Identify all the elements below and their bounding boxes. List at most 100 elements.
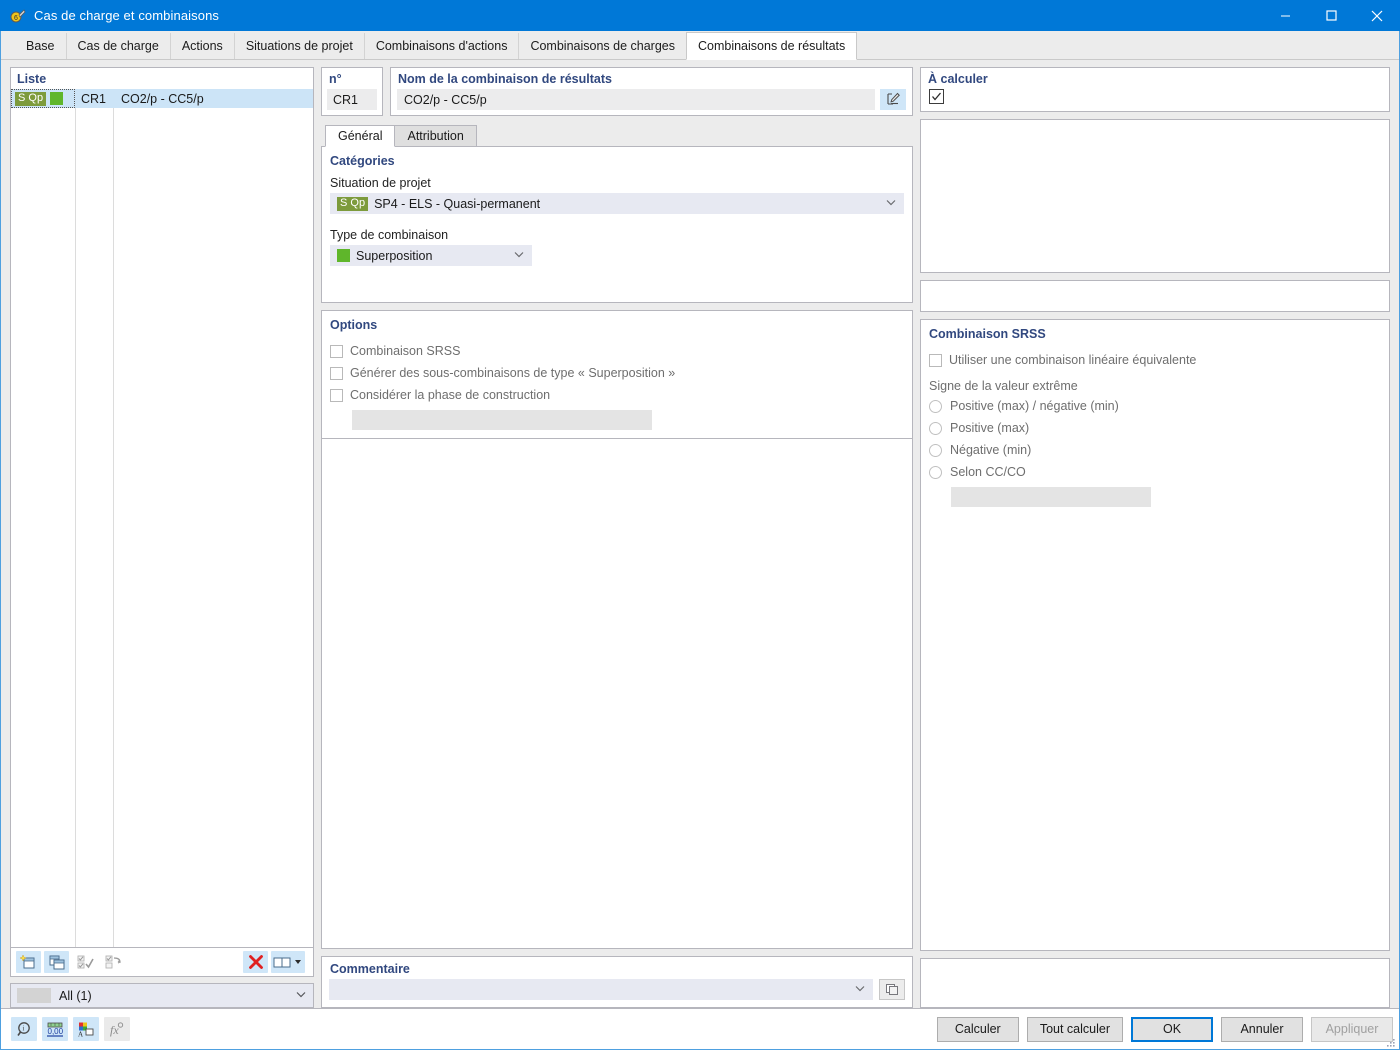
list-filter-combo[interactable]: All (1)	[10, 983, 314, 1008]
tab-combinaisons-charges[interactable]: Combinaisons de charges	[518, 33, 686, 59]
tab-actions[interactable]: Actions	[169, 33, 234, 59]
srss-sign-option-cccо[interactable]: Selon CC/CO	[929, 461, 1381, 483]
srss-group: Combinaison SRSS Utiliser une combinaiso…	[920, 319, 1390, 951]
option-subcombinations-row[interactable]: Générer des sous-combinaisons de type « …	[330, 362, 904, 384]
option-srss-row[interactable]: Combinaison SRSS	[330, 340, 904, 362]
list-item[interactable]: S Qp CR1 CO2/p - CC5/p	[11, 89, 313, 108]
checkbox-subcombinations[interactable]	[330, 366, 343, 380]
delete-item-button[interactable]	[243, 951, 268, 973]
info-search-icon[interactable]: i	[11, 1017, 37, 1041]
tout-calculer-button[interactable]: Tout calculer	[1026, 1016, 1123, 1042]
combination-list[interactable]: Liste S Qp CR1 CO2/p - CC5/p	[10, 67, 314, 948]
duplicate-item-button[interactable]	[44, 951, 69, 973]
tab-label: Combinaisons de charges	[530, 39, 675, 53]
list-item-name: CO2/p - CC5/p	[121, 91, 204, 106]
list-item-badge-cell: S Qp	[11, 89, 75, 108]
tab-situations-de-projet[interactable]: Situations de projet	[233, 33, 364, 59]
option-construction-phase-row[interactable]: Considérer la phase de construction	[330, 384, 904, 406]
situation-badge: S Qp	[337, 196, 369, 211]
list-filter-value: All (1)	[59, 988, 92, 1003]
srss-linear-row[interactable]: Utiliser une combinaison linéaire équiva…	[929, 349, 1381, 371]
combination-type-label: Type de combinaison	[330, 228, 449, 242]
srss-sign-option-neg[interactable]: Négative (min)	[929, 439, 1381, 461]
calculer-button[interactable]: Calculer	[936, 1016, 1019, 1042]
right-panel: À calculer Combinaison SRSS Utiliser une…	[920, 67, 1390, 1008]
to-calculate-title: À calculer	[928, 72, 988, 86]
srss-sign-option-posneg[interactable]: Positive (max) / négative (min)	[929, 395, 1381, 417]
checkbox-construction-phase[interactable]	[330, 388, 343, 402]
chevron-down-icon	[885, 196, 897, 211]
tab-label: Combinaisons d'actions	[375, 39, 508, 53]
main-tab-strip: Base Cas de charge Actions Situations de…	[1, 31, 1399, 60]
app-icon: 6	[10, 8, 26, 24]
ok-button[interactable]: OK	[1131, 1016, 1213, 1042]
radio-selon-cc-co[interactable]	[929, 465, 942, 479]
number-box: n° CR1	[321, 67, 383, 116]
list-item-number: CR1	[81, 91, 107, 106]
comment-input[interactable]	[329, 979, 873, 1000]
colors-icon[interactable]: A	[73, 1017, 99, 1041]
decimal-places-icon[interactable]: 0,00	[42, 1017, 68, 1041]
filter-swatch	[17, 988, 51, 1003]
tab-cas-de-charge[interactable]: Cas de charge	[65, 33, 170, 59]
categories-title: Catégories	[330, 154, 395, 168]
view-mode-button[interactable]	[271, 951, 305, 973]
srss-title: Combinaison SRSS	[929, 327, 1046, 341]
checkbox-srss[interactable]	[330, 344, 343, 358]
right-blank-panel-middle	[920, 280, 1390, 312]
detail-filler-area	[321, 439, 913, 949]
tab-label: Situations de projet	[245, 39, 353, 53]
svg-text:6: 6	[14, 15, 18, 22]
column-separator	[113, 89, 114, 947]
checkbox-to-calculate[interactable]	[929, 89, 944, 104]
window-controls	[1262, 0, 1400, 31]
comment-copy-icon[interactable]	[879, 979, 905, 1000]
edit-pencil-icon[interactable]	[880, 89, 906, 110]
radio-label: Positive (max) / négative (min)	[950, 399, 1119, 413]
bottom-bar-icons: i 0,00 A fx	[11, 1017, 130, 1041]
combination-type-value: Superposition	[356, 248, 433, 263]
inner-tab-strip: Général Attribution	[321, 124, 913, 147]
minimize-button[interactable]	[1262, 0, 1308, 31]
annuler-button[interactable]: Annuler	[1221, 1016, 1303, 1042]
title-bar: 6 Cas de charge et combinaisons	[0, 0, 1400, 31]
option-label: Combinaison SRSS	[350, 344, 461, 358]
tab-label: Actions	[181, 39, 223, 53]
tab-combinaisons-resultats[interactable]: Combinaisons de résultats	[685, 32, 858, 60]
column-separator	[75, 89, 76, 947]
bottom-bar-buttons: Calculer Tout calculer OK Annuler Appliq…	[936, 1016, 1393, 1042]
radio-positive-negative[interactable]	[929, 399, 942, 413]
tab-base[interactable]: Base	[15, 33, 66, 59]
categories-group: Catégories Situation de projet S Qp SP4 …	[321, 147, 913, 303]
inner-tab-attribution[interactable]: Attribution	[394, 125, 477, 146]
radio-negative[interactable]	[929, 443, 942, 457]
svg-text:0,00: 0,00	[48, 1027, 64, 1036]
formula-icon[interactable]: fx	[104, 1017, 130, 1041]
combination-type-swatch	[50, 92, 64, 105]
select-all-button[interactable]	[72, 951, 97, 973]
list-panel: Liste S Qp CR1 CO2/p - CC5/p All (1)	[10, 67, 314, 1008]
radio-positive[interactable]	[929, 421, 942, 435]
project-situation-combo[interactable]: S Qp SP4 - ELS - Quasi-permanent	[330, 193, 904, 214]
combination-type-swatch	[337, 249, 350, 262]
appliquer-button[interactable]: Appliquer	[1311, 1016, 1393, 1042]
to-calculate-box: À calculer	[920, 67, 1390, 112]
situation-badge: S Qp	[15, 91, 47, 106]
svg-text:i: i	[22, 1023, 24, 1032]
tab-combinaisons-actions[interactable]: Combinaisons d'actions	[363, 33, 519, 59]
srss-sign-label: Signe de la valeur extrême	[929, 379, 1078, 393]
inner-tab-label: Général	[338, 129, 383, 143]
close-button[interactable]	[1354, 0, 1400, 31]
new-item-button[interactable]	[16, 951, 41, 973]
invert-selection-button[interactable]	[100, 951, 125, 973]
number-field[interactable]: CR1	[327, 89, 377, 110]
maximize-button[interactable]	[1308, 0, 1354, 31]
option-label: Générer des sous-combinaisons de type « …	[350, 366, 676, 380]
inner-tab-general[interactable]: Général	[325, 125, 396, 147]
srss-sign-option-pos[interactable]: Positive (max)	[929, 417, 1381, 439]
combination-type-combo[interactable]: Superposition	[330, 245, 532, 266]
checkbox-equivalent-linear[interactable]	[929, 353, 942, 367]
name-input[interactable]: CO2/p - CC5/p	[397, 89, 875, 110]
radio-label: Négative (min)	[950, 443, 1032, 457]
resize-grip[interactable]	[1386, 1037, 1396, 1047]
